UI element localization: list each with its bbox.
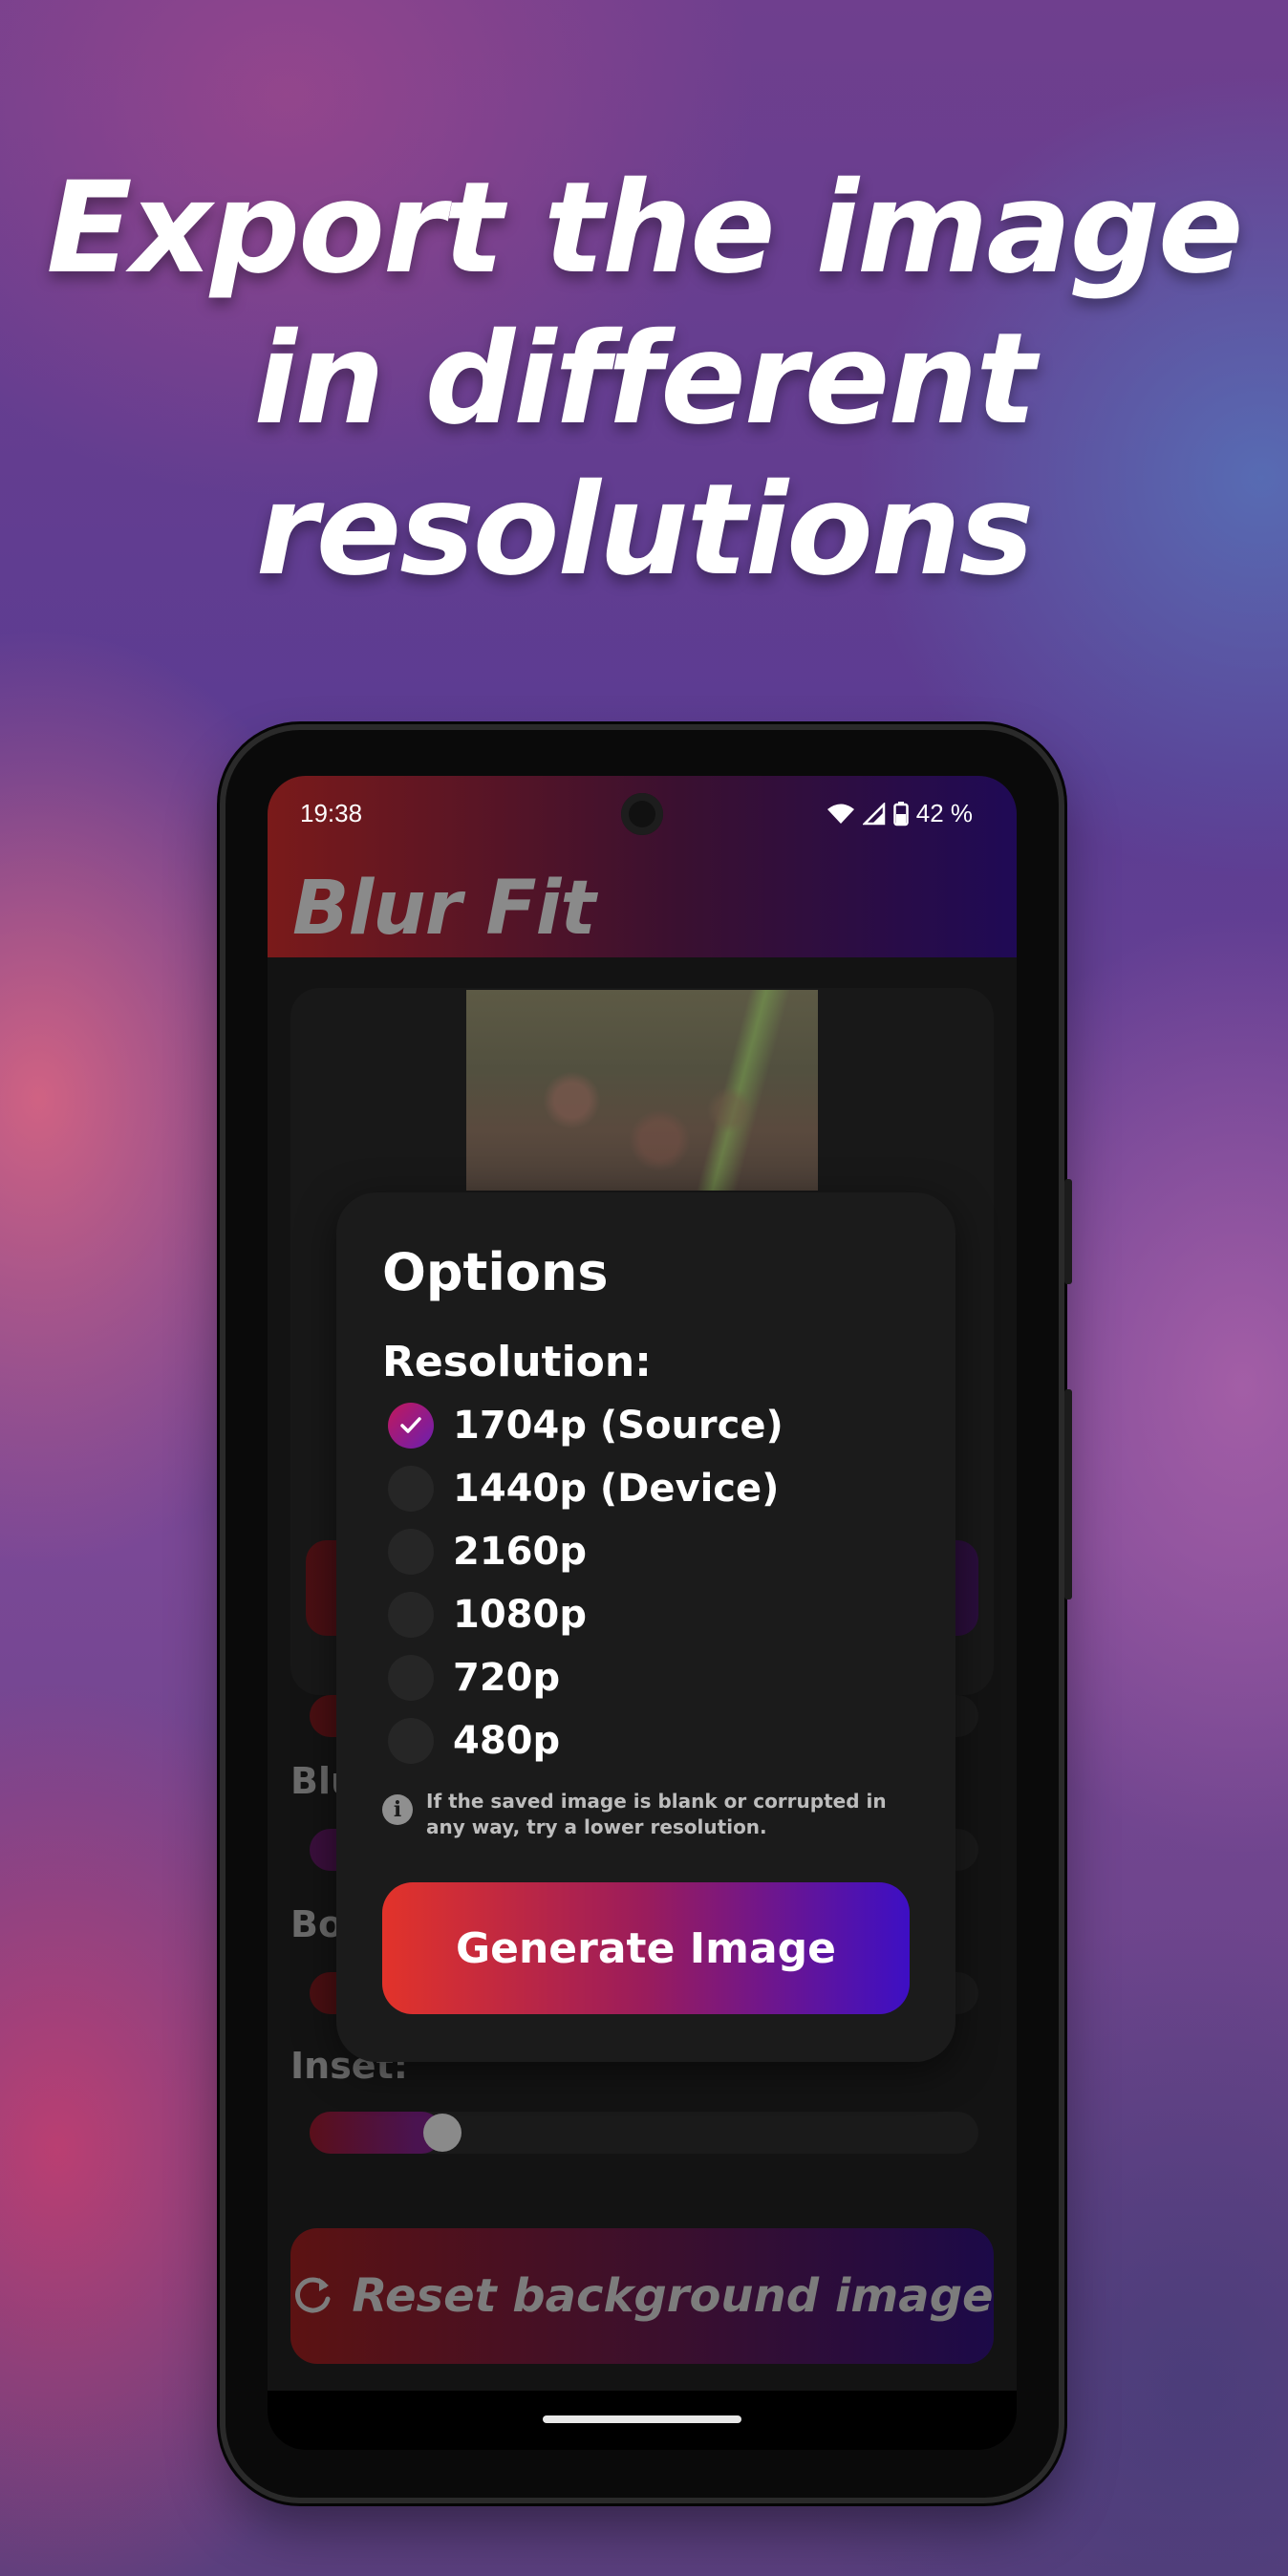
options-dialog: Options Resolution: 1704p (Source) 1440p… [336,1192,955,2062]
option-label: 1440p (Device) [453,1467,780,1511]
radio-unchecked[interactable] [388,1718,434,1764]
volume-button [1064,1179,1072,1284]
headline-line-3: resolutions [255,457,1035,604]
battery-icon [892,801,909,826]
resolution-note: i If the saved image is blank or corrupt… [382,1789,917,1840]
resolution-option[interactable]: 1080p [388,1588,587,1642]
resolution-option[interactable]: 480p [388,1714,560,1768]
reset-button-label: Reset background image [352,2269,994,2323]
radio-unchecked[interactable] [388,1529,434,1575]
option-label: 1080p [453,1593,587,1637]
option-label: 480p [453,1719,561,1763]
battery-percent: 42 % [915,799,973,827]
app-title: Blur Fit [292,866,596,952]
radio-unchecked[interactable] [388,1592,434,1638]
checkmark-icon [400,1417,421,1433]
reset-background-button[interactable]: Reset background image [290,2228,994,2364]
status-time: 19:38 [300,799,363,827]
headline-line-2: in different [253,306,1037,453]
inset-slider-thumb[interactable] [423,2114,462,2152]
radio-unchecked[interactable] [388,1655,434,1701]
camera-cutout [621,793,663,835]
dialog-title: Options [382,1242,609,1302]
info-icon: i [382,1794,413,1825]
home-indicator[interactable] [543,2415,741,2423]
promo-headline: Export the image in different resolution… [0,153,1288,606]
option-label: 720p [453,1656,561,1700]
option-label: 2160p [453,1530,587,1574]
generate-button-label: Generate Image [456,1923,836,1973]
resolution-option[interactable]: 2160p [388,1525,587,1578]
headline-line-1: Export the image [46,155,1243,302]
phone-screen: 19:38 42 % Blur Fit Blu Bo Inset: Reset … [268,776,1017,2450]
resolution-label: Resolution: [382,1338,652,1386]
phone-frame: 19:38 42 % Blur Fit Blu Bo Inset: Reset … [225,730,1072,2498]
inset-slider[interactable] [310,2112,978,2154]
resolution-option[interactable]: 1440p (Device) [388,1462,779,1515]
image-preview[interactable] [466,990,818,1191]
wifi-icon [826,804,854,824]
resolution-option[interactable]: 1704p (Source) [388,1399,784,1452]
border-label: Bo [290,1903,344,1945]
radio-unchecked[interactable] [388,1466,434,1512]
status-icons: 42 % [826,799,973,828]
power-button [1064,1389,1072,1599]
option-label: 1704p (Source) [453,1404,784,1448]
note-text: If the saved image is blank or corrupted… [426,1790,887,1838]
radio-checked[interactable] [388,1403,434,1449]
generate-image-button[interactable]: Generate Image [382,1882,910,2014]
signal-icon [862,802,885,825]
resolution-option[interactable]: 720p [388,1651,560,1705]
status-bar: 19:38 42 % [268,776,1017,862]
refresh-icon [295,2277,331,2313]
